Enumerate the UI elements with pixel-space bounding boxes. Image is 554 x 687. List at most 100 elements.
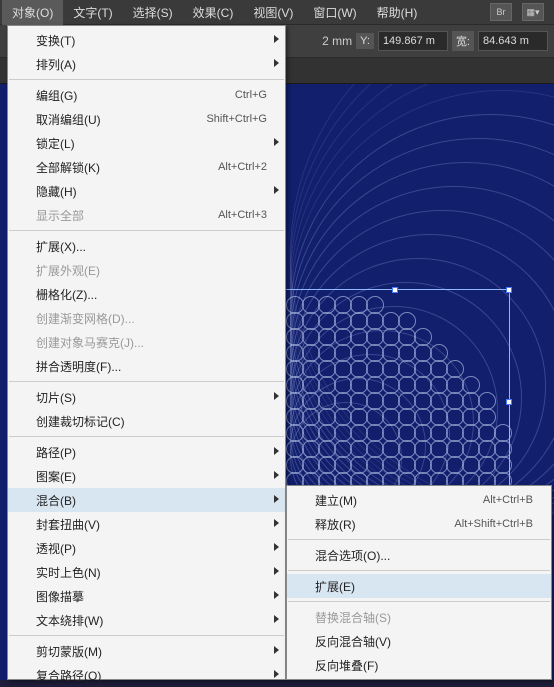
submenu-item-label: 混合选项(O)... — [315, 547, 533, 564]
submenu-arrow-icon — [274, 471, 279, 479]
menu-item[interactable]: 封套扭曲(V) — [8, 512, 285, 536]
submenu-item[interactable]: 混合选项(O)... — [287, 543, 551, 567]
menu-item[interactable]: 隐藏(H) — [8, 179, 285, 203]
menu-item[interactable]: 锁定(L) — [8, 131, 285, 155]
menu-item-label: 编组(G) — [36, 87, 235, 104]
blend-submenu: 建立(M)Alt+Ctrl+B释放(R)Alt+Shift+Ctrl+B混合选项… — [286, 485, 552, 680]
submenu-item-label: 扩展(E) — [315, 578, 533, 595]
menu-item-label: 排列(A) — [36, 56, 267, 73]
menu-item[interactable]: 取消编组(U)Shift+Ctrl+G — [8, 107, 285, 131]
menu-item-label: 扩展(X)... — [36, 238, 267, 255]
submenu-item[interactable]: 反向混合轴(V) — [287, 629, 551, 653]
submenu-arrow-icon — [274, 186, 279, 194]
menu-item[interactable]: 创建裁切标记(C) — [8, 409, 285, 433]
menu-item-label: 复合路径(O) — [36, 667, 267, 684]
menu-shortcut: Alt+Ctrl+2 — [218, 161, 267, 173]
menu-item[interactable]: 文本绕排(W) — [8, 608, 285, 632]
selection-bounds — [280, 289, 510, 514]
menu-item-label: 创建裁切标记(C) — [36, 413, 267, 430]
submenu-arrow-icon — [274, 59, 279, 67]
menu-item-label: 栅格化(Z)... — [36, 286, 267, 303]
submenu-item[interactable]: 释放(R)Alt+Shift+Ctrl+B — [287, 512, 551, 536]
handle-tc[interactable] — [392, 287, 398, 293]
submenu-shortcut: Alt+Shift+Ctrl+B — [454, 518, 533, 530]
menu-item[interactable]: 扩展(X)... — [8, 234, 285, 258]
menu-item[interactable]: 图案(E) — [8, 464, 285, 488]
submenu-item[interactable]: 建立(M)Alt+Ctrl+B — [287, 488, 551, 512]
w-label: 宽: — [452, 31, 474, 51]
menu-item[interactable]: 全部解锁(K)Alt+Ctrl+2 — [8, 155, 285, 179]
menu-item: 扩展外观(E) — [8, 258, 285, 282]
submenu-item[interactable]: 反向堆叠(F) — [287, 653, 551, 677]
menu-item-label: 隐藏(H) — [36, 183, 267, 200]
menu-item-label: 实时上色(N) — [36, 564, 267, 581]
menu-item[interactable]: 路径(P) — [8, 440, 285, 464]
menu-help[interactable]: 帮助(H) — [367, 0, 428, 25]
submenu-shortcut: Alt+Ctrl+B — [483, 494, 533, 506]
bridge-icon[interactable]: Br — [490, 3, 512, 21]
submenu-item-label: 建立(M) — [315, 492, 483, 509]
menu-item[interactable]: 实时上色(N) — [8, 560, 285, 584]
menu-item[interactable]: 切片(S) — [8, 385, 285, 409]
submenu-arrow-icon — [274, 543, 279, 551]
menu-item[interactable]: 复合路径(O) — [8, 663, 285, 687]
submenu-item[interactable]: 扩展(E) — [287, 574, 551, 598]
menu-item-label: 扩展外观(E) — [36, 262, 267, 279]
submenu-arrow-icon — [274, 646, 279, 654]
menu-item-label: 拼合透明度(F)... — [36, 358, 267, 375]
menu-select[interactable]: 选择(S) — [123, 0, 183, 25]
submenu-item-label: 释放(R) — [315, 516, 454, 533]
arrange-docs-icon[interactable]: ▦▾ — [522, 3, 544, 21]
menu-item[interactable]: 剪切蒙版(M) — [8, 639, 285, 663]
menu-item-label: 混合(B) — [36, 492, 267, 509]
menu-shortcut: Alt+Ctrl+3 — [218, 209, 267, 221]
menu-window[interactable]: 窗口(W) — [303, 0, 366, 25]
menu-item-label: 图案(E) — [36, 468, 267, 485]
menu-text[interactable]: 文字(T) — [63, 0, 122, 25]
menu-view[interactable]: 视图(V) — [243, 0, 303, 25]
menu-item-label: 锁定(L) — [36, 135, 267, 152]
menu-item-label: 剪切蒙版(M) — [36, 643, 267, 660]
menu-effect[interactable]: 效果(C) — [183, 0, 244, 25]
submenu-arrow-icon — [274, 591, 279, 599]
menu-item-label: 图像描摹 — [36, 588, 267, 605]
menu-item[interactable]: 变换(T) — [8, 28, 285, 52]
submenu-arrow-icon — [274, 615, 279, 623]
menu-item[interactable]: 图像描摹 — [8, 584, 285, 608]
menu-item-label: 创建对象马赛克(J)... — [36, 334, 267, 351]
submenu-item-label: 反向混合轴(V) — [315, 633, 533, 650]
submenu-item-label: 替换混合轴(S) — [315, 609, 533, 626]
w-field[interactable] — [478, 31, 548, 51]
menu-item[interactable]: 排列(A) — [8, 52, 285, 76]
menu-item[interactable]: 栅格化(Z)... — [8, 282, 285, 306]
submenu-arrow-icon — [274, 567, 279, 575]
submenu-arrow-icon — [274, 392, 279, 400]
menu-item-label: 创建渐变网格(D)... — [36, 310, 267, 327]
submenu-arrow-icon — [274, 447, 279, 455]
submenu-arrow-icon — [274, 138, 279, 146]
menu-item-label: 全部解锁(K) — [36, 159, 218, 176]
handle-tr[interactable] — [506, 287, 512, 293]
menu-item-label: 文本绕排(W) — [36, 612, 267, 629]
menu-item-label: 透视(P) — [36, 540, 267, 557]
menu-shortcut: Shift+Ctrl+G — [206, 113, 267, 125]
y-field[interactable] — [378, 31, 448, 51]
menu-item-label: 显示全部 — [36, 207, 218, 224]
menu-shortcut: Ctrl+G — [235, 89, 267, 101]
x-value-tail: 2 mm — [322, 34, 352, 48]
menu-object[interactable]: 对象(O) — [2, 0, 63, 25]
menu-item: 创建渐变网格(D)... — [8, 306, 285, 330]
menubar: 对象(O) 文字(T) 选择(S) 效果(C) 视图(V) 窗口(W) 帮助(H… — [0, 0, 554, 24]
menu-item-label: 封套扭曲(V) — [36, 516, 267, 533]
submenu-arrow-icon — [274, 519, 279, 527]
menu-item[interactable]: 编组(G)Ctrl+G — [8, 83, 285, 107]
menu-item[interactable]: 拼合透明度(F)... — [8, 354, 285, 378]
submenu-item: 替换混合轴(S) — [287, 605, 551, 629]
menu-item-label: 切片(S) — [36, 389, 267, 406]
menu-item[interactable]: 混合(B) — [8, 488, 285, 512]
menu-item[interactable]: 透视(P) — [8, 536, 285, 560]
handle-mr[interactable] — [506, 399, 512, 405]
submenu-arrow-icon — [274, 670, 279, 678]
submenu-arrow-icon — [274, 35, 279, 43]
menu-item: 创建对象马赛克(J)... — [8, 330, 285, 354]
